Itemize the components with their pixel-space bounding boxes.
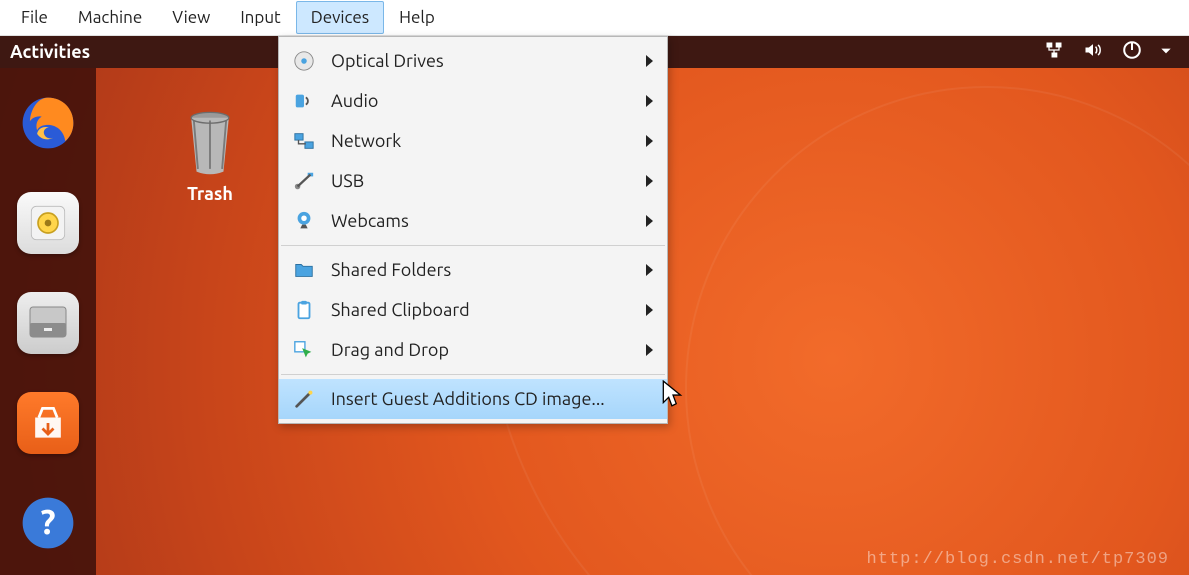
menuitem-label: USB [331, 171, 646, 191]
disc-icon [289, 49, 319, 73]
menuitem-label: Shared Folders [331, 260, 646, 280]
menuitem-label: Network [331, 131, 646, 151]
devices-dropdown: Optical Drives Audio Network USB Webcams [278, 36, 668, 424]
host-menubar: File Machine View Input Devices Help [0, 0, 1189, 36]
menuitem-shared-folders[interactable]: Shared Folders [279, 250, 667, 290]
menu-file[interactable]: File [6, 1, 63, 34]
menuitem-shared-clipboard[interactable]: Shared Clipboard [279, 290, 667, 330]
menu-separator [281, 374, 665, 375]
chevron-right-icon [646, 135, 653, 147]
menu-machine[interactable]: Machine [63, 1, 157, 34]
menuitem-optical-drives[interactable]: Optical Drives [279, 41, 667, 81]
network-wired-icon[interactable] [1043, 40, 1065, 64]
desktop-trash-label: Trash [160, 184, 260, 204]
dragdrop-icon [289, 338, 319, 362]
files-icon[interactable] [17, 292, 79, 354]
menuitem-audio[interactable]: Audio [279, 81, 667, 121]
system-tray[interactable] [1043, 39, 1179, 65]
mouse-cursor [662, 380, 684, 412]
menuitem-label: Shared Clipboard [331, 300, 646, 320]
menuitem-drag-and-drop[interactable]: Drag and Drop [279, 330, 667, 370]
menuitem-insert-guest-additions[interactable]: Insert Guest Additions CD image... [279, 379, 667, 419]
clipboard-icon [289, 298, 319, 322]
network-icon [289, 129, 319, 153]
chevron-right-icon [646, 95, 653, 107]
menu-view[interactable]: View [157, 1, 225, 34]
wand-icon [289, 387, 319, 411]
launcher-dock: ? [0, 68, 96, 575]
firefox-icon[interactable] [17, 92, 79, 154]
volume-high-icon[interactable] [1081, 40, 1105, 64]
rhythmbox-icon[interactable] [17, 192, 79, 254]
chevron-down-icon[interactable] [1159, 42, 1173, 62]
chevron-right-icon [646, 215, 653, 227]
menuitem-network[interactable]: Network [279, 121, 667, 161]
chevron-right-icon [646, 264, 653, 276]
svg-text:?: ? [40, 502, 55, 541]
desktop-trash[interactable]: Trash [160, 106, 260, 204]
chevron-right-icon [646, 175, 653, 187]
menuitem-webcams[interactable]: Webcams [279, 201, 667, 241]
chevron-right-icon [646, 344, 653, 356]
chevron-right-icon [646, 55, 653, 67]
watermark-text: http://blog.csdn.net/tp7309 [867, 550, 1169, 569]
menuitem-label: Audio [331, 91, 646, 111]
menuitem-label: Webcams [331, 211, 646, 231]
menuitem-usb[interactable]: USB [279, 161, 667, 201]
menuitem-label: Insert Guest Additions CD image... [331, 389, 653, 409]
power-icon[interactable] [1121, 39, 1143, 65]
webcam-icon [289, 209, 319, 233]
menu-help[interactable]: Help [384, 1, 450, 34]
menu-separator [281, 245, 665, 246]
audio-icon [289, 89, 319, 113]
trash-icon [174, 106, 246, 178]
menu-input[interactable]: Input [225, 1, 295, 34]
folder-icon [289, 258, 319, 282]
menu-devices[interactable]: Devices [296, 1, 384, 34]
usb-icon [289, 169, 319, 193]
chevron-right-icon [646, 304, 653, 316]
menuitem-label: Drag and Drop [331, 340, 646, 360]
activities-button[interactable]: Activities [10, 42, 90, 62]
help-icon[interactable]: ? [17, 492, 79, 554]
menuitem-label: Optical Drives [331, 51, 646, 71]
software-icon[interactable] [17, 392, 79, 454]
